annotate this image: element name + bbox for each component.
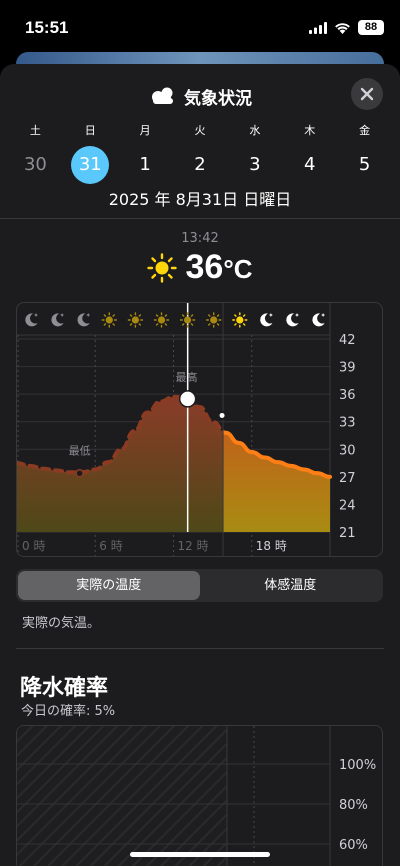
y-tick-label: 100% — [339, 758, 376, 773]
moon-icon — [51, 313, 65, 327]
temperature-type-segmented-control: 実際の温度 体感温度 — [16, 569, 383, 602]
day-2[interactable]: 火2 — [173, 122, 228, 184]
min-label: 最低 — [69, 444, 91, 457]
date-number: 3 — [249, 154, 261, 175]
divider — [16, 648, 384, 649]
day-31[interactable]: 日 31 — [63, 122, 118, 184]
precipitation-chart[interactable]: 100% 80% 60% — [16, 725, 383, 866]
min-marker — [75, 469, 84, 478]
y-tick-label: 27 — [339, 471, 356, 486]
conditions-sheet: 気象状況 土 30 日 31 月 1 火 2 水 3 木 4 金 5 2025 年 8月31日 日曜日 1… — [0, 64, 400, 866]
date-number: 30 — [23, 154, 47, 175]
temperature-chart-svg: 42 39 36 33 30 27 24 21 0 時 6 時 12 時 18 時 最低 最高 — [17, 303, 356, 556]
moon-icon — [312, 313, 326, 327]
y-tick-label: 80% — [339, 798, 368, 813]
actual-temperature-tab[interactable]: 実際の温度 — [18, 571, 200, 600]
selected-date: 31 — [71, 146, 110, 184]
x-tick-label: 12 時 — [178, 539, 209, 553]
date-number: 4 — [303, 154, 316, 175]
y-tick-label: 24 — [339, 498, 356, 513]
day-3[interactable]: 水3 — [227, 122, 282, 184]
day-of-week-label: 木 — [304, 124, 316, 137]
day-of-week-label: 土 — [29, 124, 41, 137]
day-of-week-label: 月 — [139, 124, 151, 137]
y-tick-label: 30 — [339, 443, 356, 458]
close-icon — [360, 87, 374, 101]
full-date: 2025 年 8月31日 日曜日 — [108, 190, 292, 209]
x-tick-label: 6 時 — [99, 539, 122, 553]
current-temperature: 36°C — [185, 248, 253, 286]
moon-icon — [77, 313, 91, 327]
date-number: 1 — [139, 154, 151, 175]
sun-icon — [101, 312, 118, 328]
sun-icon — [153, 312, 170, 328]
date-number: 5 — [358, 154, 371, 175]
wifi-icon — [335, 22, 350, 34]
day-of-week-label: 火 — [194, 124, 206, 137]
y-tick-label: 33 — [339, 416, 356, 431]
cellular-signal-icon — [309, 21, 327, 34]
status-time: 15:51 — [25, 18, 69, 37]
sun-icon — [232, 312, 248, 328]
day-4[interactable]: 木4 — [282, 122, 337, 184]
precipitation-subtitle: 今日の確率: 5% — [21, 704, 116, 719]
day-5[interactable]: 金5 — [337, 122, 392, 184]
cloud-icon — [152, 87, 173, 104]
current-time: 13:42 — [181, 231, 219, 246]
home-indicator — [130, 852, 270, 857]
sun-icon — [179, 312, 196, 328]
x-tick-label: 0 時 — [22, 539, 45, 553]
moon-icon — [286, 313, 299, 327]
precipitation-chart-svg: 100% 80% 60% — [17, 726, 376, 866]
battery-indicator: 88 — [358, 20, 384, 35]
day-30[interactable]: 土 30 — [8, 122, 63, 184]
status-bar: 15:51 88 — [0, 0, 400, 56]
moon-icon — [25, 313, 38, 327]
precipitation-title: 降水確率 — [20, 676, 109, 701]
feels-like-tab[interactable]: 体感温度 — [200, 571, 382, 600]
close-button[interactable] — [351, 78, 383, 110]
divider — [0, 218, 400, 219]
current-time-handle[interactable] — [178, 390, 197, 408]
day-of-week-label: 水 — [249, 124, 261, 137]
day-1[interactable]: 月1 — [118, 122, 173, 184]
y-tick-label: 39 — [339, 361, 356, 376]
date-number: 2 — [194, 154, 206, 175]
sheet-header: 気象状況 — [0, 80, 400, 112]
temperature-chart[interactable]: 42 39 36 33 30 27 24 21 0 時 6 時 12 時 18 時 最低 最高 — [16, 302, 383, 557]
max-label: 最高 — [176, 370, 198, 384]
sun-icon — [147, 252, 178, 283]
day-of-week-label: 金 — [359, 124, 371, 137]
status-icons: 88 — [309, 20, 384, 35]
sun-icon — [127, 312, 144, 328]
sheet-title: 気象状況 — [184, 88, 252, 109]
forecast-start-marker — [217, 410, 227, 420]
week-selector: 土 30 日 31 月 1 火 2 水 3 木 4 金 5 — [8, 122, 392, 184]
past-hours-hatch — [17, 726, 227, 866]
day-of-week-label: 日 — [84, 124, 96, 137]
sun-icon — [205, 312, 222, 328]
y-tick-label: 42 — [339, 333, 356, 348]
x-tick-label: 18 時 — [256, 539, 287, 553]
y-tick-label: 36 — [339, 388, 356, 403]
y-tick-label: 21 — [339, 526, 356, 541]
chart-description: 実際の気温。 — [22, 616, 101, 631]
moon-icon — [260, 313, 273, 327]
current-temperature-row: 36°C — [0, 248, 400, 287]
y-tick-label: 60% — [339, 838, 368, 853]
